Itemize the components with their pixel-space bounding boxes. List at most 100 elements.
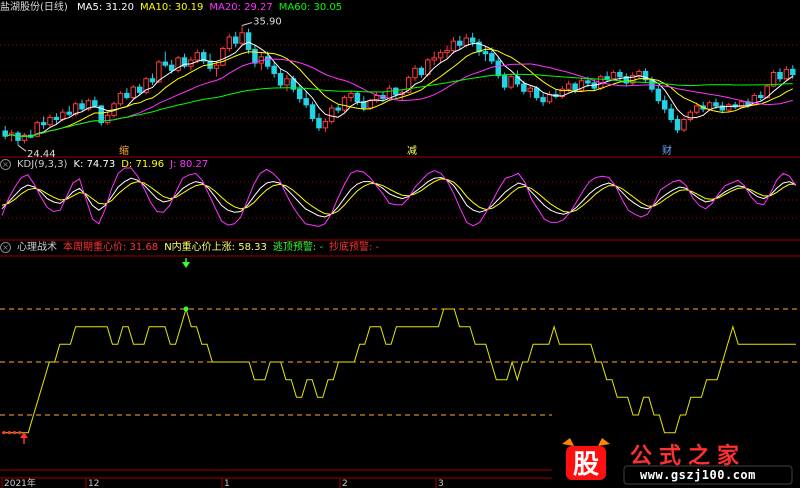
site-brand: 公式之家 — [630, 444, 747, 469]
candle-body — [482, 51, 489, 55]
candle-body — [463, 37, 469, 46]
candle-body — [758, 94, 764, 99]
candle-body — [501, 75, 508, 88]
main-price-panel: 35.9024.44 缩减财 — [2, 16, 796, 160]
candle-body — [681, 118, 687, 131]
candle-body — [117, 92, 124, 105]
candle-body — [540, 97, 546, 103]
candle-body — [239, 32, 245, 44]
candle-body — [527, 87, 534, 92]
candle-body — [661, 100, 668, 110]
legend-ma10: MA10: 30.19 — [140, 2, 204, 13]
candle-body — [130, 86, 137, 99]
candle-body — [213, 64, 220, 69]
legend-ma20: MA20: 29.27 — [209, 2, 273, 13]
event-marker: 缩 — [119, 144, 129, 157]
candle-body — [335, 107, 341, 111]
candle-body — [297, 88, 303, 100]
candle-body — [546, 93, 553, 103]
chart-title: 盐湖股份(日线) — [0, 2, 68, 13]
psy-line — [2, 307, 796, 434]
candle-body — [53, 116, 60, 120]
candle-body — [354, 92, 361, 103]
candle-body — [713, 102, 719, 107]
candle-body — [508, 76, 514, 88]
candle-body — [309, 104, 316, 119]
legend-d: D: 71.96 — [121, 159, 165, 170]
candle-body — [706, 102, 713, 110]
candle-body — [617, 71, 623, 78]
x-tick-label: 12 — [88, 479, 99, 488]
candle-body — [226, 36, 233, 49]
candle-body — [40, 122, 47, 126]
candle-body — [194, 52, 201, 61]
legend-name: KDJ(9,3,3) — [17, 159, 68, 170]
psy-peak-dot — [183, 306, 189, 312]
site-url: www.gszj100.com — [640, 468, 756, 482]
high-pointer — [241, 22, 253, 26]
candle-body — [104, 114, 111, 124]
x-tick-label: 2 — [342, 479, 348, 488]
legend-d: 抄底预警: - — [329, 242, 380, 253]
candle-body — [303, 98, 309, 106]
ma-legend: MA5: 31.20 MA10: 30.19 MA20: 29.27 MA60: 30… — [77, 2, 348, 13]
candle-body — [495, 60, 501, 77]
candle-body — [341, 97, 348, 111]
kdj-legend: KDJ(9,3,3) K: 74.73 D: 71.96 J: 80.27 — [17, 159, 214, 170]
candle-body — [92, 100, 98, 107]
candle-body — [489, 53, 495, 62]
candle-body — [604, 76, 610, 80]
psy-panel — [0, 258, 800, 444]
candle-body — [322, 121, 329, 129]
candle-body — [47, 116, 53, 126]
candle-body — [533, 87, 540, 99]
candle-body — [572, 83, 578, 91]
candle-body — [316, 117, 322, 129]
x-tick-label: 2021年 — [4, 477, 36, 488]
candle-body — [348, 92, 354, 99]
candle-body — [124, 92, 130, 99]
legend-a: 本周期重心价: 31.68 — [63, 242, 159, 253]
kdj-k-line — [1, 176, 797, 218]
candle-body — [264, 56, 271, 67]
candle-body — [444, 50, 450, 54]
candle-body — [565, 83, 572, 90]
candle-body — [585, 80, 591, 84]
candle-body — [412, 67, 418, 79]
candle-body — [694, 105, 700, 113]
psy-start-dot — [2, 431, 6, 435]
candle-body — [457, 40, 463, 46]
candle-body — [162, 61, 169, 66]
candle-body — [521, 83, 527, 92]
legend-k: K: 74.73 — [73, 159, 116, 170]
kdj-panel-header: × KDJ(9,3,3) K: 74.73 D: 71.96 J: 80.27 — [0, 157, 220, 172]
candle-body — [136, 86, 143, 93]
grid-layer — [0, 44, 800, 479]
candle-body — [777, 71, 783, 80]
psy-start-dot — [18, 431, 22, 435]
main-panel-header: 盐湖股份(日线) MA5: 31.20 MA10: 30.19 MA20: 29.2… — [0, 0, 354, 15]
candle-body — [149, 78, 156, 83]
candle-body — [610, 71, 617, 80]
legend-ma5: MA5: 31.20 — [77, 2, 135, 13]
legend-ma60: MA60: 30.05 — [278, 2, 343, 13]
candle-body — [674, 118, 681, 131]
psy-start-dot — [7, 431, 11, 435]
candle-body — [329, 107, 335, 123]
x-tick-label: 1 — [224, 479, 230, 488]
candle-body — [469, 37, 476, 43]
kdj-close-icon[interactable]: × — [0, 158, 11, 170]
ma10-line — [5, 48, 794, 138]
candle-body — [636, 70, 642, 77]
legend-c: 逃顶预警: - — [272, 242, 323, 253]
candle-body — [232, 36, 239, 44]
candle-body — [437, 52, 444, 59]
candle-body — [245, 32, 252, 51]
candle-body — [168, 64, 175, 71]
psy-close-icon[interactable]: × — [0, 241, 11, 253]
event-marker: 减 — [407, 145, 417, 157]
candle-body — [393, 87, 399, 95]
candle-body — [726, 104, 732, 111]
candle-body — [668, 108, 674, 120]
candle-body — [284, 78, 290, 86]
